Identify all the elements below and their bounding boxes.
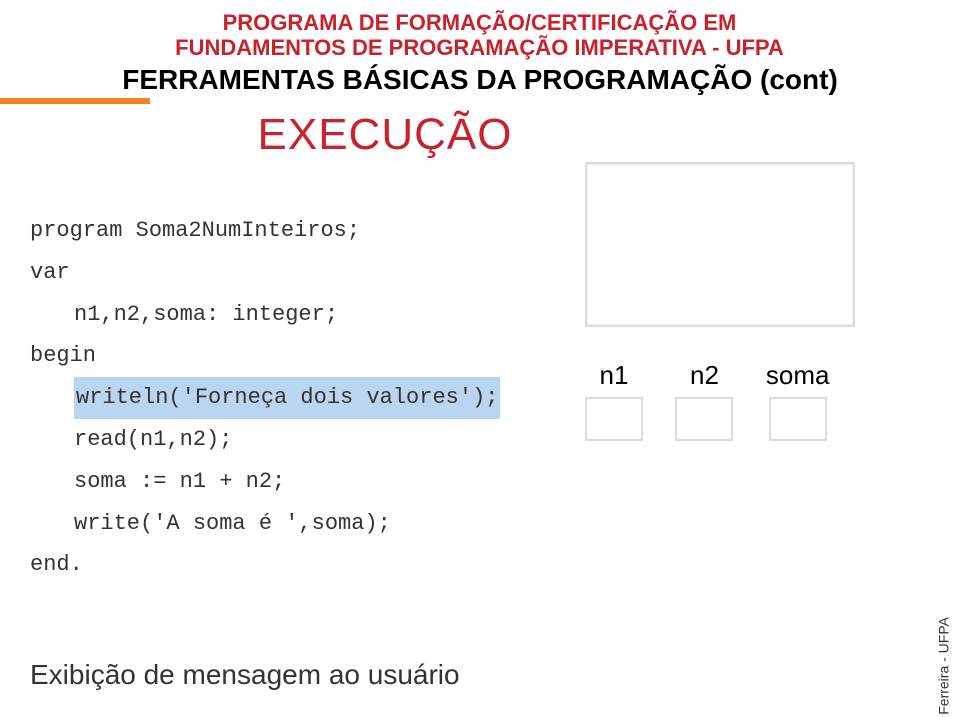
variable-value-box (675, 397, 733, 441)
code-line: write('A soma é ',soma); (30, 503, 530, 545)
variable-value-box (585, 397, 643, 441)
variable-label: soma (766, 360, 830, 391)
variables-area: n1 n2 soma (585, 360, 895, 441)
footer-caption: Exibição de mensagem ao usuário (30, 659, 460, 691)
variable-n1: n1 (585, 360, 643, 441)
code-line: program Soma2NumInteiros; (30, 210, 530, 252)
code-line: end. (30, 544, 530, 586)
code-line: var (30, 252, 530, 294)
variable-soma: soma (766, 360, 830, 441)
slide: { "header": { "line1": "PROGRAMA DE FORM… (0, 0, 959, 717)
console-output-box (585, 162, 855, 327)
code-block: program Soma2NumInteiros; var n1,n2,soma… (30, 210, 530, 586)
slide-subtitle: FERRAMENTAS BÁSICAS DA PROGRAMAÇÃO (cont… (120, 64, 840, 96)
accent-bar (0, 98, 150, 104)
header-line-2: FUNDAMENTOS DE PROGRAMAÇÃO IMPERATIVA - … (0, 35, 959, 60)
code-line: n1,n2,soma: integer; (30, 294, 530, 336)
variable-n2: n2 (675, 360, 733, 441)
section-title: EXECUÇÃO (210, 110, 560, 160)
variable-value-box (769, 397, 827, 441)
variable-label: n2 (675, 360, 733, 391)
code-line: read(n1,n2); (30, 419, 530, 461)
side-credit: Prof. Benedito Ferreira - UFPA (935, 617, 951, 717)
code-line-highlighted: writeln('Forneça dois valores'); (30, 377, 530, 419)
slide-header: PROGRAMA DE FORMAÇÃO/CERTIFICAÇÃO EM FUN… (0, 10, 959, 61)
variable-label: n1 (585, 360, 643, 391)
header-line-1: PROGRAMA DE FORMAÇÃO/CERTIFICAÇÃO EM (0, 10, 959, 35)
code-line: soma := n1 + n2; (30, 461, 530, 503)
code-line: begin (30, 335, 530, 377)
